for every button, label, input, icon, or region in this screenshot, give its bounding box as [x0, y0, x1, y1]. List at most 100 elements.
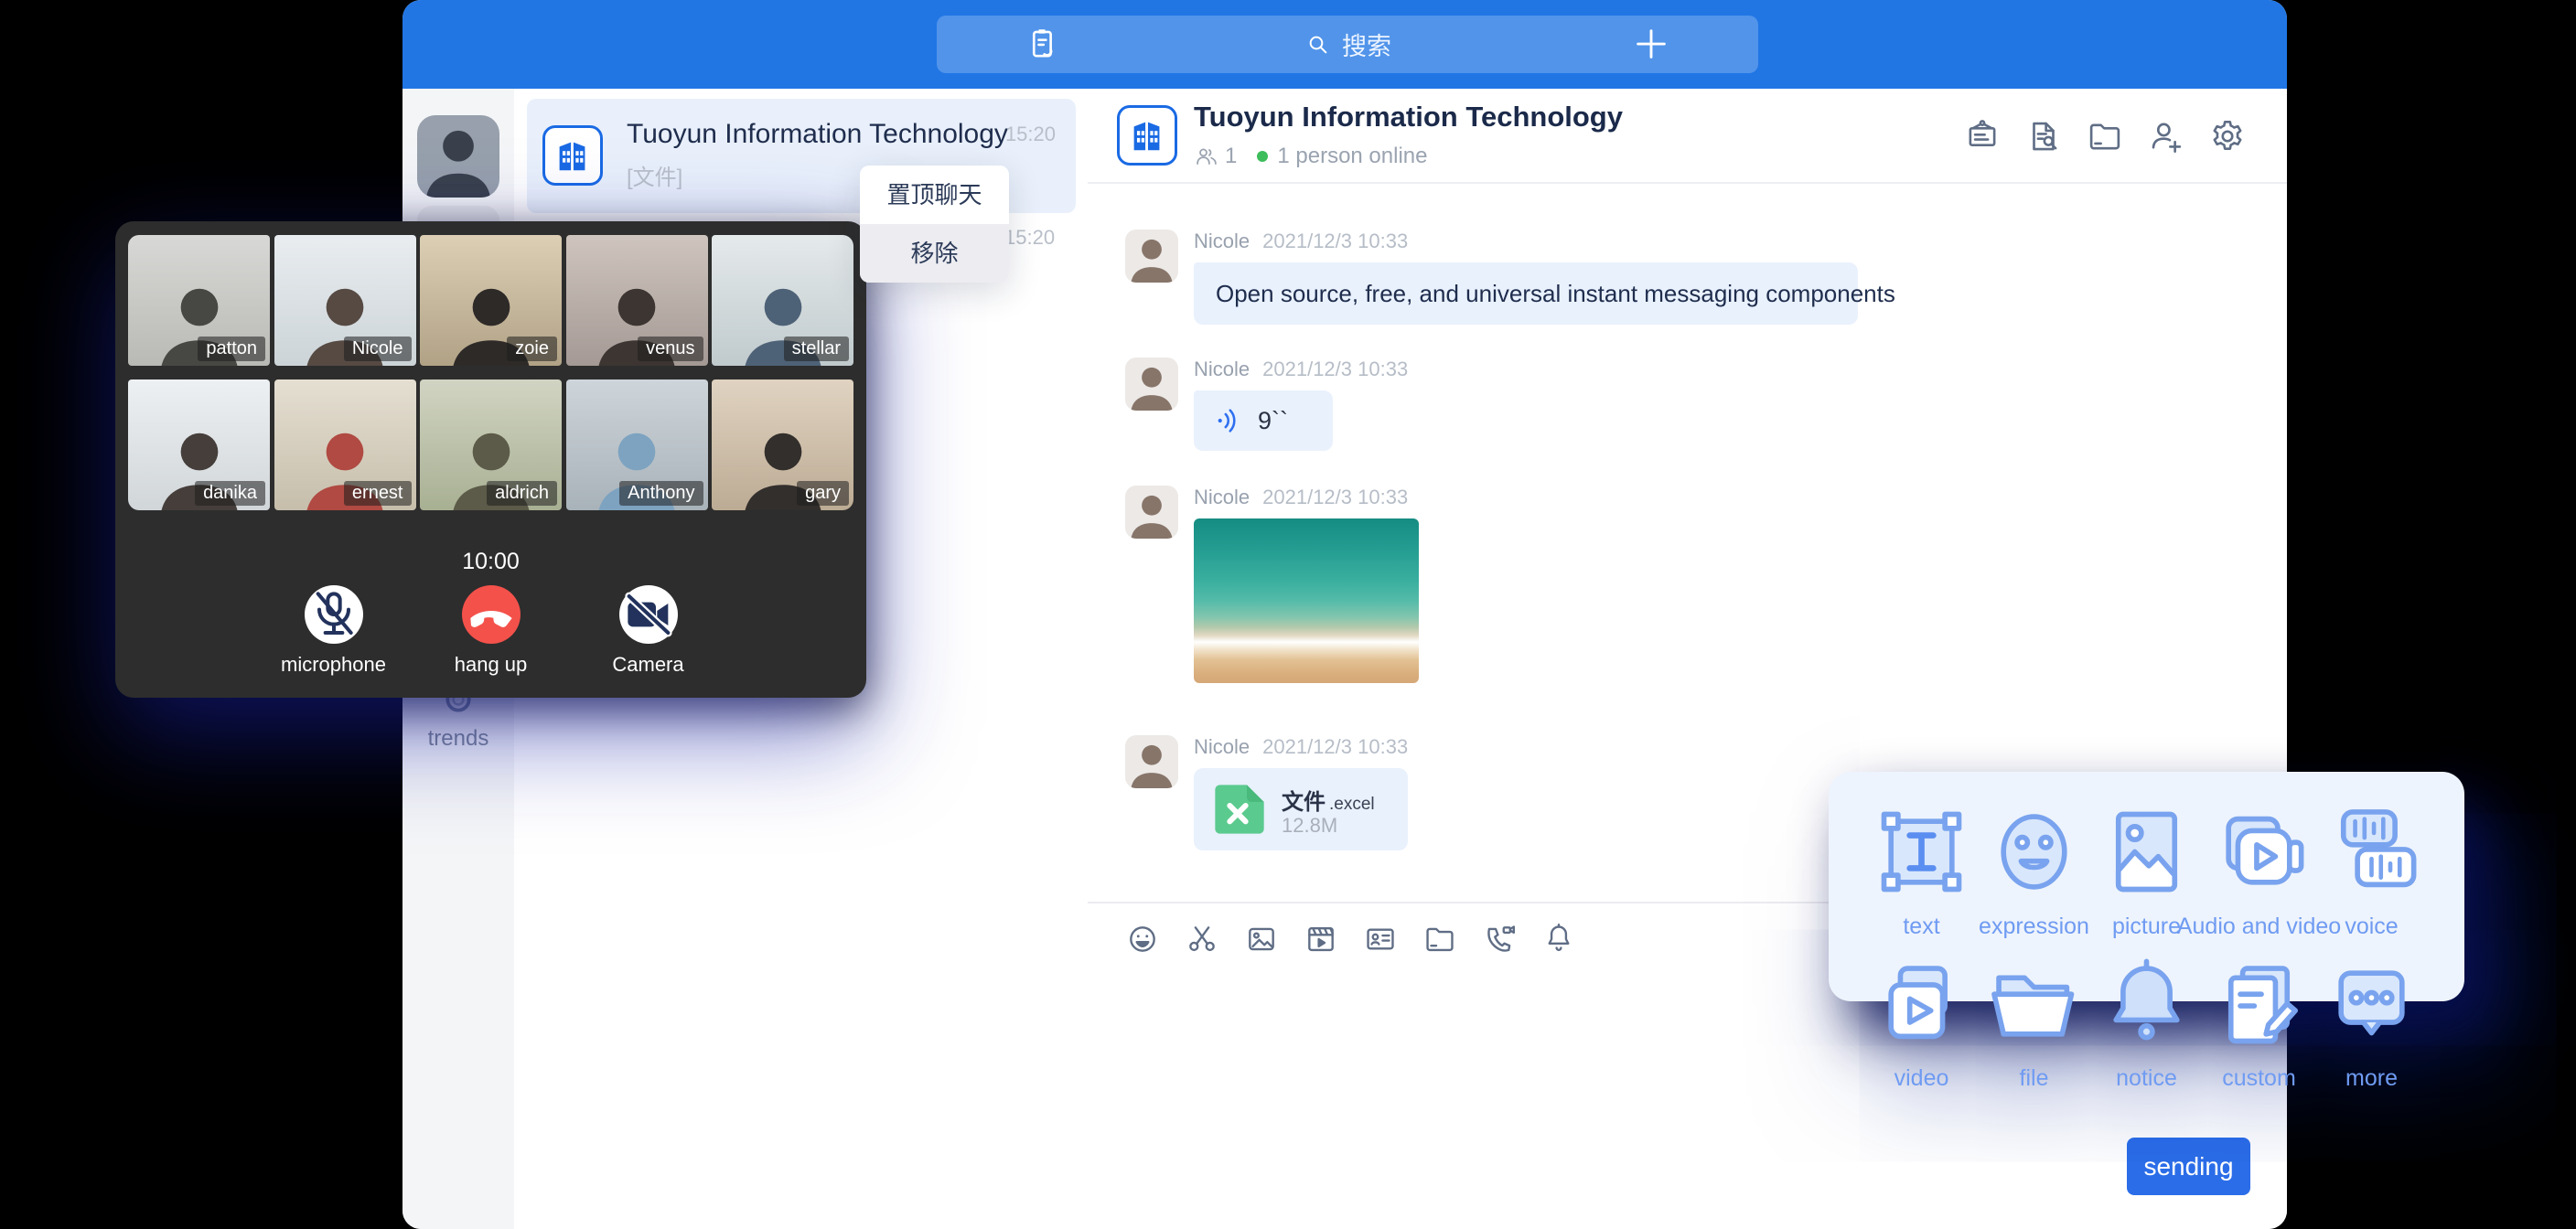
- participant-name: ernest: [344, 481, 412, 506]
- panel-item-label: notice: [2116, 1065, 2177, 1092]
- voice-bubble[interactable]: 9``: [1194, 390, 1333, 451]
- sender-avatar[interactable]: [1125, 735, 1178, 788]
- panel-item-video[interactable]: video: [1865, 947, 1978, 1092]
- file-attachment[interactable]: 文件.excel 12.8M: [1194, 768, 1408, 850]
- call-control: Camera: [594, 585, 703, 677]
- panel-item-text[interactable]: text: [1865, 796, 1978, 940]
- text-bubble[interactable]: Open source, free, and universal instant…: [1194, 262, 1858, 325]
- text-icon: [1865, 796, 1978, 908]
- participant-name: stellar: [784, 337, 849, 361]
- online-dot: [1257, 151, 1268, 162]
- conversation-time: 15:20: [1004, 226, 1055, 250]
- bell-icon[interactable]: [1541, 922, 1576, 956]
- mic-muted-icon: [305, 585, 363, 644]
- video-tile: Nicole: [274, 235, 416, 366]
- hang-up-button[interactable]: [462, 585, 521, 644]
- member-count: 1: [1225, 144, 1237, 169]
- video-tile: aldrich: [420, 379, 562, 510]
- panel-item-audio-and-video[interactable]: Audio and video: [2203, 796, 2315, 940]
- panel-item-expression[interactable]: expression: [1978, 796, 2090, 940]
- group-avatar: [542, 125, 603, 186]
- video-call-icon[interactable]: [1482, 922, 1517, 956]
- add-icon[interactable]: [1630, 23, 1672, 65]
- top-bar: 搜索: [402, 0, 2287, 89]
- send-button[interactable]: sending: [2127, 1138, 2250, 1195]
- participant-grid: patton Nicolezoie venus stellar danika ernest…: [128, 235, 853, 510]
- audio-video-icon: [2203, 796, 2315, 908]
- call-controls: microphone hang up Camera: [115, 585, 866, 677]
- participant-name: Anthony: [619, 481, 703, 506]
- doc-search-icon[interactable]: [2024, 117, 2063, 155]
- camera-muted-icon: [619, 585, 678, 644]
- voice-icon: [2315, 796, 2428, 908]
- conversation-title: Tuoyun Information Technology: [627, 119, 1008, 150]
- video-tile: venus: [566, 235, 708, 366]
- context-menu-item[interactable]: 置顶聊天: [860, 166, 1009, 224]
- search-bar[interactable]: 搜索: [937, 16, 1758, 73]
- context-menu: 置顶聊天移除: [860, 166, 1009, 283]
- panel-item-file[interactable]: file: [1978, 947, 2090, 1092]
- folder-icon[interactable]: [2086, 117, 2124, 155]
- scissors-icon[interactable]: [1185, 922, 1219, 956]
- panel-item-label: text: [1903, 914, 1939, 940]
- file-ext: .excel: [1329, 795, 1375, 814]
- online-status: 1 person online: [1277, 144, 1427, 169]
- message-toolbar: [1125, 922, 1576, 956]
- custom-icon: [2203, 947, 2315, 1060]
- person-add-icon[interactable]: [2147, 117, 2185, 155]
- image-attachment[interactable]: [1194, 518, 1419, 683]
- participant-name: venus: [638, 337, 703, 361]
- video-tile: Anthony: [566, 379, 708, 510]
- trends-label: trends: [402, 726, 514, 752]
- call-control-label: microphone: [281, 653, 386, 677]
- participant-name: gary: [797, 481, 849, 506]
- file-name: 文件: [1282, 790, 1326, 815]
- voice-wave-icon: [1214, 405, 1245, 436]
- chat-header-actions: [1963, 117, 2247, 155]
- sender-name: Nicole: [1194, 486, 1250, 509]
- call-timer: 10:00: [115, 549, 866, 575]
- participant-name: patton: [198, 337, 265, 361]
- my-avatar[interactable]: [417, 115, 499, 198]
- excel-file-icon: [1210, 780, 1269, 839]
- call-control-label: Camera: [612, 653, 683, 677]
- panel-item-label: expression: [1979, 914, 2089, 940]
- call-control-label: hang up: [455, 653, 528, 677]
- sender-avatar[interactable]: [1125, 486, 1178, 539]
- panel-item-label: picture: [2112, 914, 2181, 940]
- video-clapper-icon[interactable]: [1304, 922, 1338, 956]
- sender-name: Nicole: [1194, 230, 1250, 253]
- context-menu-item[interactable]: 移除: [860, 224, 1009, 283]
- panel-item-voice[interactable]: voice: [2315, 796, 2428, 940]
- chat-header: Tuoyun Information Technology 1 1 person…: [1088, 89, 2287, 184]
- message-type-panel: text expression picture Audio and video voic…: [1829, 772, 2464, 1001]
- folder-icon[interactable]: [1422, 922, 1457, 956]
- conversation-last-message: [文件]: [627, 159, 682, 191]
- panel-item-notice[interactable]: notice: [2090, 947, 2203, 1092]
- group-avatar[interactable]: [1117, 105, 1177, 166]
- sender-avatar[interactable]: [1125, 230, 1178, 283]
- panel-item-more[interactable]: more: [2315, 947, 2428, 1092]
- video-tile: zoie: [420, 235, 562, 366]
- panel-item-custom[interactable]: custom: [2203, 947, 2315, 1092]
- message-time: 2021/12/3 10:33: [1262, 358, 1408, 381]
- microphone-button[interactable]: [305, 585, 363, 644]
- contact-card-icon[interactable]: [1363, 922, 1398, 956]
- file-icon: [1978, 947, 2090, 1060]
- expression-icon: [1978, 796, 2090, 908]
- Camera-button[interactable]: [619, 585, 678, 644]
- image-icon[interactable]: [1244, 922, 1279, 956]
- gear-icon[interactable]: [2208, 117, 2247, 155]
- emoji-icon[interactable]: [1125, 922, 1160, 956]
- file-size: 12.8M: [1282, 814, 1337, 838]
- call-control: hang up: [436, 585, 546, 677]
- chat-title: Tuoyun Information Technology: [1194, 101, 1623, 134]
- video-tile: danika: [128, 379, 270, 510]
- panel-item-label: custom: [2222, 1065, 2296, 1092]
- sender-avatar[interactable]: [1125, 358, 1178, 411]
- chat-subtitle: 1 1 person online: [1194, 144, 1427, 169]
- board-icon[interactable]: [1963, 117, 2002, 155]
- panel-item-label: video: [1894, 1065, 1949, 1092]
- panel-item-label: voice: [2345, 914, 2398, 940]
- video-call-overlay: patton Nicolezoie venus stellar danika ernest…: [115, 221, 866, 698]
